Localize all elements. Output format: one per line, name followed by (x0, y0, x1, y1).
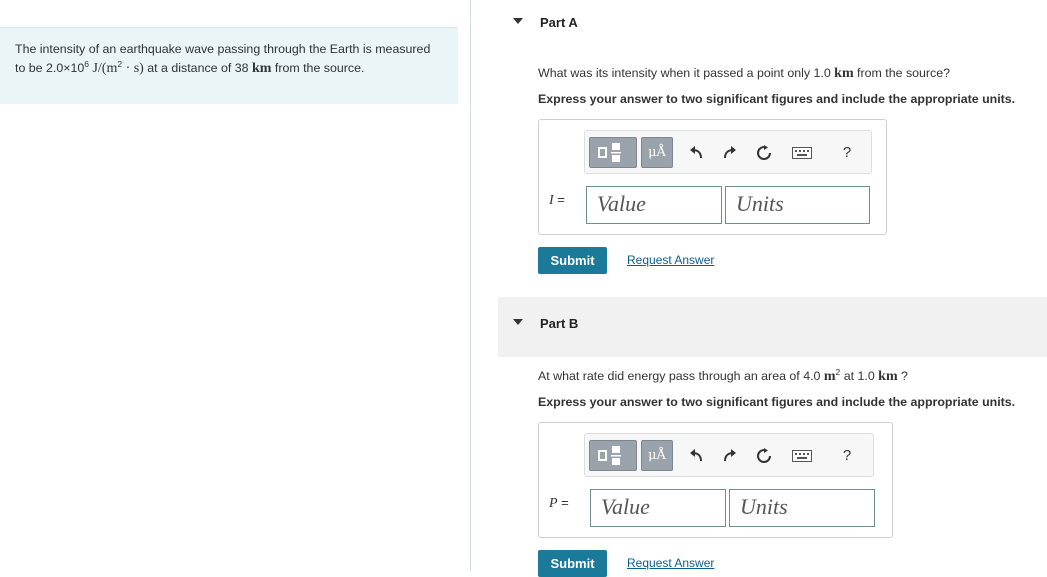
part-b-answer-box: μÅ ? P = Value Units (538, 422, 893, 538)
help-icon[interactable]: ? (837, 142, 857, 164)
collapse-triangle-icon[interactable] (513, 319, 523, 325)
part-a-units-input[interactable]: Units (725, 186, 870, 224)
part-b-submit-button[interactable]: Submit (538, 550, 607, 577)
part-a-request-answer-link[interactable]: Request Answer (627, 253, 714, 267)
templates-icon[interactable] (589, 137, 637, 168)
redo-icon[interactable] (719, 445, 741, 467)
undo-icon[interactable] (685, 142, 707, 164)
redo-icon[interactable] (719, 142, 741, 164)
part-a-submit-button[interactable]: Submit (538, 247, 607, 274)
keyboard-icon[interactable] (791, 445, 813, 467)
part-b-units-input[interactable]: Units (729, 489, 875, 527)
part-a-answer-box: μÅ ? I = Value Units (538, 119, 887, 235)
undo-icon[interactable] (685, 445, 707, 467)
part-b-request-answer-link[interactable]: Request Answer (627, 556, 714, 570)
part-b-question: At what rate did energy pass through an … (538, 367, 908, 384)
part-b-title: Part B (540, 316, 579, 331)
part-b-toolbar: μÅ ? (584, 433, 874, 477)
templates-icon[interactable] (589, 440, 637, 471)
units-icon[interactable]: μÅ (641, 440, 673, 471)
keyboard-icon[interactable] (791, 142, 813, 164)
help-icon[interactable]: ? (837, 445, 857, 467)
collapse-triangle-icon[interactable] (513, 18, 523, 24)
part-b-value-input[interactable]: Value (590, 489, 726, 527)
part-b-header[interactable]: Part B (498, 303, 1047, 343)
problem-statement: The intensity of an earthquake wave pass… (0, 27, 458, 104)
part-a-question: What was its intensity when it passed a … (538, 66, 951, 81)
column-divider (470, 0, 471, 571)
part-a-variable-label: I = (549, 192, 565, 208)
part-b-variable-label: P = (549, 495, 569, 511)
part-a-toolbar: μÅ ? (584, 130, 872, 174)
part-b-instruction: Express your answer to two significant f… (538, 395, 1016, 409)
units-icon[interactable]: μÅ (641, 137, 673, 168)
part-a-instruction: Express your answer to two significant f… (538, 92, 1016, 106)
reset-icon[interactable] (753, 142, 775, 164)
part-a-header[interactable]: Part A (498, 2, 1047, 42)
reset-icon[interactable] (753, 445, 775, 467)
part-a-value-input[interactable]: Value (586, 186, 722, 224)
part-a-title: Part A (540, 15, 578, 30)
